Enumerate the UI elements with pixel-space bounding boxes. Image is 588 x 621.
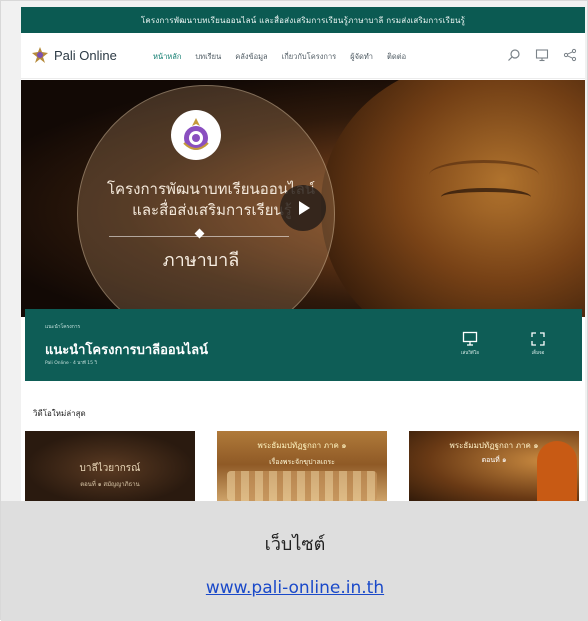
top-announcement-bar: โครงการพัฒนาบทเรียนออนไลน์ และสื่อส่งเสร… [21,7,585,33]
caption-label: เว็บไซต์ [264,534,326,555]
video-thumbnail[interactable]: พระธัมมปทัฏฐกถา ภาค ๑ ตอนที่ ๑ [409,431,579,501]
hero-title: ภาษาบาลี [162,250,240,271]
university-emblem-icon [171,110,221,160]
hero-video[interactable]: โครงการพัฒนาบทเรียนออนไลน์ และสื่อส่งเสร… [21,80,585,317]
play-icon [299,201,310,215]
statue-brow [429,160,539,190]
logo-text: Pali Online [54,47,117,63]
thumbnail-subtitle: ตอนที่ ๑ สมัญญาภิธาน [80,481,140,488]
announcement-text: โครงการพัฒนาบทเรียนออนไลน์ และสื่อส่งเสร… [140,15,466,25]
figure-caption: เว็บไซต์ www.pali-online.in.th [1,501,588,621]
thumbnail-image [227,471,377,501]
fullscreen-label: เต็มจอ [531,351,545,356]
thumbnail-subtitle: ตอนที่ ๑ [481,456,507,464]
nav-item-about[interactable]: เกี่ยวกับโครงการ [282,51,337,63]
monitor-icon[interactable] [535,47,549,62]
main-nav: หน้าหลัก บทเรียน คลังข้อมูล เกี่ยวกับโคร… [153,51,406,63]
banner-title[interactable]: แนะนำโครงการบาลีออนไลน์ [45,339,208,360]
video-info-banner: แนะนำโครงการ แนะนำโครงการบาลีออนไลน์ Pal… [25,309,582,381]
nav-item-lessons[interactable]: บทเรียน [195,51,221,63]
fullscreen-button[interactable]: เต็มจอ [523,331,553,356]
latest-videos-heading: วิดีโอใหม่ล่าสุด [33,409,86,418]
video-thumbnail[interactable]: พระธัมมปทัฏฐกถา ภาค ๑ เรื่องพระจักขุปาลเ… [217,431,387,501]
logo-emblem-icon [31,46,49,64]
watch-button[interactable]: เล่นวิดีโอ [455,331,485,356]
thumbnail-title: พระธัมมปทัฏฐกถา ภาค ๑ [449,441,539,450]
banner-meta: Pali Online · 4 นาที 15 วิ [45,361,97,366]
site-header: Pali Online หน้าหลัก บทเรียน คลังข้อมูล … [21,33,585,79]
statue-eye [441,188,531,206]
nav-item-contact[interactable]: ติดต่อ [387,51,406,63]
figure-frame: โครงการพัฒนาบทเรียนออนไลน์ และสื่อส่งเสร… [0,0,588,621]
header-icons [507,47,577,62]
website-link[interactable]: www.pali-online.in.th [1,578,588,598]
nav-item-home[interactable]: หน้าหลัก [153,51,181,63]
nav-item-team[interactable]: ผู้จัดทำ [350,51,373,63]
thumbnail-title: บาลีไวยากรณ์ [79,463,141,474]
thumbnail-subtitle: เรื่องพระจักขุปาลเถระ [269,458,335,466]
search-icon[interactable] [507,47,521,61]
fullscreen-icon [531,332,545,346]
video-thumbnail[interactable]: บาลีไวยากรณ์ ตอนที่ ๑ สมัญญาภิธาน [25,431,195,501]
nav-item-library[interactable]: คลังข้อมูล [235,51,267,63]
monitor-icon [462,331,478,346]
share-icon[interactable] [563,47,577,62]
play-button[interactable] [280,185,326,231]
banner-kicker: แนะนำโครงการ [45,324,81,330]
thumbnail-title: พระธัมมปทัฏฐกถา ภาค ๑ [257,441,347,450]
website-screenshot: โครงการพัฒนาบทเรียนออนไลน์ และสื่อส่งเสร… [21,7,585,501]
site-logo[interactable]: Pali Online [31,46,117,64]
watch-label: เล่นวิดีโอ [461,351,479,356]
